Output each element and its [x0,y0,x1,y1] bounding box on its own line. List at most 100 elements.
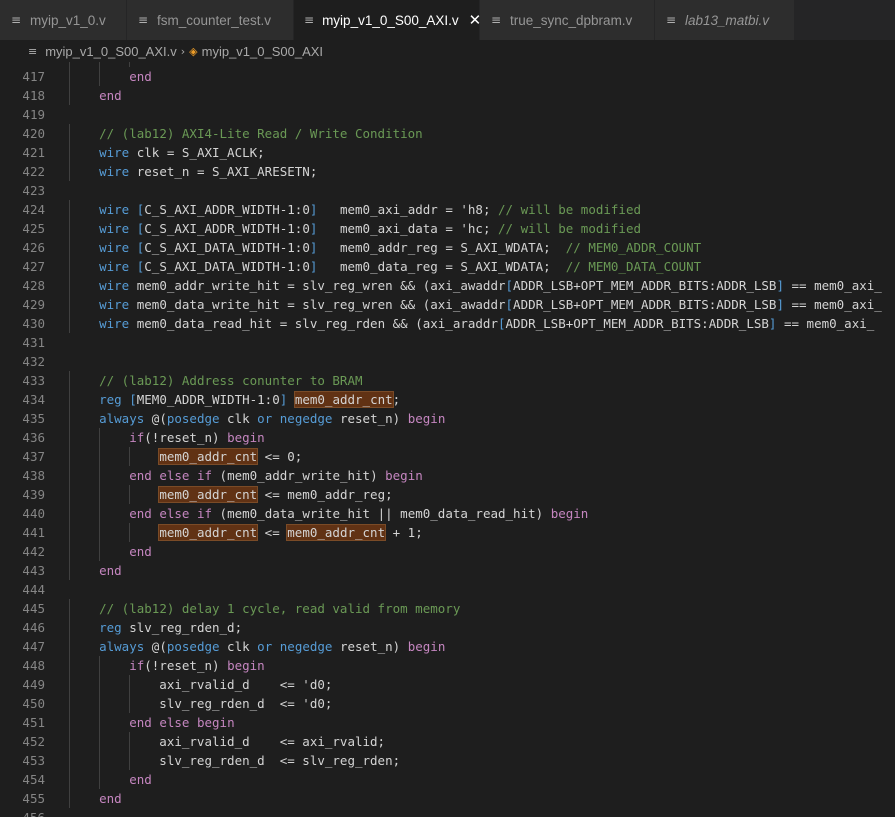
code-text: reg slv_reg_rden_d; [45,618,242,637]
code-line[interactable]: 423 [0,181,882,200]
indent-guide [69,504,70,523]
code-line[interactable]: 424 wire [C_S_AXI_ADDR_WIDTH-1:0] mem0_a… [0,200,882,219]
code-line[interactable]: 421 wire clk = S_AXI_ACLK; [0,143,882,162]
file-lines-icon: ≡ [28,44,38,58]
code-line[interactable]: 432 [0,352,882,371]
tab-myip-v1-0[interactable]: ≡ myip_v1_0.v [0,0,127,40]
code-text: end [45,789,122,808]
code-line[interactable]: 435 always @(posedge clk or negedge rese… [0,409,882,428]
code-line[interactable]: 433 // (lab12) Address conunter to BRAM [0,371,882,390]
indent-guide [99,485,101,504]
indent-guide [69,637,70,656]
code-text: if(!reset_n) begin [45,656,265,675]
tab-true-sync-dpbram[interactable]: ≡ true_sync_dpbram.v [480,0,655,40]
indent-guide [69,143,70,162]
code-line[interactable]: 454 end [0,770,882,789]
line-number: 447 [22,639,45,654]
code-text: slv_reg_rden_d <= 'd0; [69,694,333,713]
code-line[interactable]: 419 [0,105,882,124]
tab-lab13-matbi[interactable]: ≡ lab13_matbi.v [655,0,795,40]
tab-fsm-counter-test[interactable]: ≡ fsm_counter_test.v [127,0,294,40]
indent-guide [99,523,101,542]
code-line[interactable]: 418 end [0,86,882,105]
line-number: 450 [22,696,45,711]
code-line[interactable]: 436 if(!reset_n) begin [0,428,882,447]
code-line[interactable]: 442 end [0,542,882,561]
code-line[interactable]: 456 [0,808,882,817]
indent-guide [69,656,70,675]
indent-guide [69,675,70,694]
code-text: end [45,86,122,105]
indent-guide [69,276,70,295]
breadcrumb-file[interactable]: myip_v1_0_S00_AXI.v [45,44,177,59]
code-line[interactable]: 427 wire [C_S_AXI_DATA_WIDTH-1:0] mem0_d… [0,257,882,276]
code-line[interactable]: 446 reg slv_reg_rden_d; [0,618,882,637]
indent-guide [129,694,131,713]
code-text: end [45,542,152,561]
file-lines-icon: ≡ [304,13,315,27]
code-line[interactable]: 453 slv_reg_rden_d <= slv_reg_rden; [0,751,882,770]
code-line[interactable]: 428 wire mem0_addr_write_hit = slv_reg_w… [0,276,882,295]
code-line[interactable]: 437 mem0_addr_cnt <= 0; [0,447,882,466]
line-number: 452 [22,734,45,749]
file-lines-icon: ≡ [490,13,502,27]
code-line[interactable]: 441 mem0_addr_cnt <= mem0_addr_cnt + 1; [0,523,882,542]
indent-guide [69,238,70,257]
code-text: wire reset_n = S_AXI_ARESETN; [45,162,317,181]
indent-guide [99,447,101,466]
code-line[interactable]: 440 end else if (mem0_data_write_hit || … [0,504,882,523]
file-lines-icon: ≡ [665,13,677,27]
code-editor[interactable]: 416 end417 end418 end419420 // (lab12) A… [0,62,895,817]
code-line[interactable]: 455 end [0,789,882,808]
code-line[interactable]: 429 wire mem0_data_write_hit = slv_reg_w… [0,295,882,314]
line-number: 437 [22,449,45,464]
line-number: 442 [22,544,45,559]
line-number: 449 [22,677,45,692]
indent-guide [69,447,70,466]
code-text: wire mem0_data_read_hit = slv_reg_rden &… [45,314,874,333]
code-line[interactable]: 431 [0,333,882,352]
line-number: 446 [22,620,45,635]
code-line[interactable]: 417 end [0,67,882,86]
indent-guide [69,713,70,732]
file-lines-icon: ≡ [10,13,22,27]
line-number: 454 [22,772,45,787]
indent-guide [69,371,70,390]
indent-guide [99,732,101,751]
line-number: 430 [22,316,45,331]
code-line[interactable]: 420 // (lab12) AXI4-Lite Read / Write Co… [0,124,882,143]
code-line[interactable]: 448 if(!reset_n) begin [0,656,882,675]
code-line[interactable]: 452 axi_rvalid_d <= axi_rvalid; [0,732,882,751]
line-number: 433 [22,373,45,388]
line-number: 419 [22,107,45,122]
code-text: end [45,561,122,580]
code-line[interactable]: 439 mem0_addr_cnt <= mem0_addr_reg; [0,485,882,504]
tab-label: true_sync_dpbram.v [510,12,633,28]
code-line[interactable]: 434 reg [MEM0_ADDR_WIDTH-1:0] mem0_addr_… [0,390,882,409]
code-text: slv_reg_rden_d <= slv_reg_rden; [69,751,401,770]
indent-guide [99,428,101,447]
breadcrumb-symbol[interactable]: myip_v1_0_S00_AXI [202,44,323,59]
indent-guide [69,770,70,789]
code-line[interactable]: 450 slv_reg_rden_d <= 'd0; [0,694,882,713]
code-line[interactable]: 444 [0,580,882,599]
code-line[interactable]: 451 end else begin [0,713,882,732]
code-text: // (lab12) delay 1 cycle, read valid fro… [45,599,460,618]
tab-myip-v1-0-s00-axi[interactable]: ≡ myip_v1_0_S00_AXI.v ✕ [294,0,481,40]
line-number: 429 [22,297,45,312]
code-line[interactable]: 422 wire reset_n = S_AXI_ARESETN; [0,162,882,181]
code-line[interactable]: 447 always @(posedge clk or negedge rese… [0,637,882,656]
line-number: 456 [0,808,45,817]
tab-label: myip_v1_0.v [30,12,106,28]
code-line[interactable]: 425 wire [C_S_AXI_ADDR_WIDTH-1:0] mem0_a… [0,219,882,238]
code-line[interactable]: 430 wire mem0_data_read_hit = slv_reg_rd… [0,314,882,333]
tab-label: lab13_matbi.v [685,12,770,28]
code-line[interactable]: 449 axi_rvalid_d <= 'd0; [0,675,882,694]
code-line[interactable]: 426 wire [C_S_AXI_DATA_WIDTH-1:0] mem0_a… [0,238,882,257]
code-line[interactable]: 445 // (lab12) delay 1 cycle, read valid… [0,599,882,618]
code-line[interactable]: 443 end [0,561,882,580]
code-line[interactable]: 438 end else if (mem0_addr_write_hit) be… [0,466,882,485]
